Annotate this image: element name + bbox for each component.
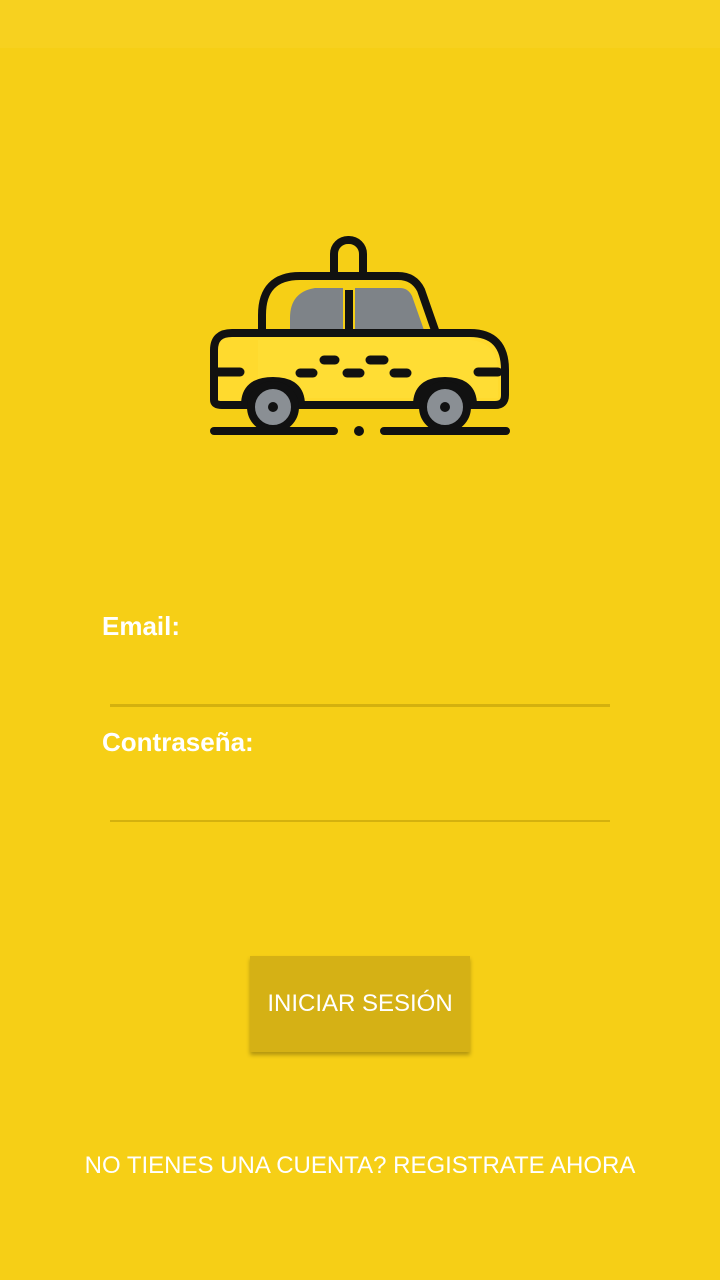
status-bar [0,0,720,48]
taxi-car-icon [210,236,510,436]
taxi-logo [205,235,515,445]
password-field[interactable] [110,776,610,822]
password-label: Contraseña: [102,727,254,757]
email-field[interactable] [110,661,610,707]
login-button[interactable]: INICIAR SESIÓN [250,956,470,1052]
email-label: Email: [102,611,181,641]
register-link[interactable]: NO TIENES UNA CUENTA? REGISTRATE AHORA [0,1152,720,1180]
